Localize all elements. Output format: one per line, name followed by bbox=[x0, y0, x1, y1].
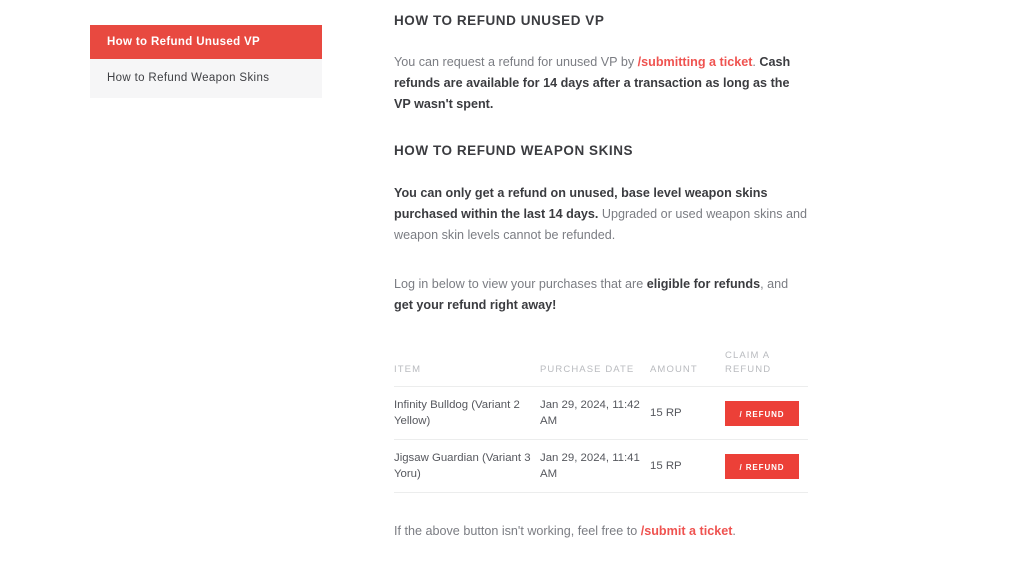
footer-note-prefix: If the above button isn't working, feel … bbox=[394, 524, 641, 539]
paragraph-refund-weapon-skins: You can only get a refund on unused, bas… bbox=[394, 183, 808, 246]
sidebar-item-how-to-refund-unused-vp[interactable]: How to Refund Unused VP bbox=[90, 25, 322, 59]
purchases-table-head: ITEM PURCHASE DATE AMOUNT CLAIM A REFUND bbox=[394, 349, 808, 388]
table-row: Jigsaw Guardian (Variant 3 Yoru) Jan 29,… bbox=[394, 439, 808, 494]
cell-amount: 15 RP bbox=[650, 386, 725, 441]
sidebar-item-how-to-refund-weapon-skins[interactable]: How to Refund Weapon Skins bbox=[90, 59, 322, 98]
purchases-table: ITEM PURCHASE DATE AMOUNT CLAIM A REFUND… bbox=[394, 349, 808, 494]
login-text-bold-refund-now: get your refund right away! bbox=[394, 298, 557, 313]
submitting-a-ticket-link[interactable]: /submitting a ticket bbox=[638, 55, 753, 69]
paragraph-fallback-ticket: If the above button isn't working, feel … bbox=[394, 521, 808, 542]
login-text-bold-eligible: eligible for refunds bbox=[646, 277, 761, 292]
column-header-claim-a-refund: CLAIM A REFUND bbox=[725, 349, 808, 388]
section-heading-refund-unused-vp: HOW TO REFUND UNUSED VP bbox=[394, 13, 605, 28]
cell-amount: 15 RP bbox=[650, 439, 725, 494]
submit-a-ticket-link[interactable]: /submit a ticket bbox=[641, 524, 733, 538]
table-row: Infinity Bulldog (Variant 2 Yellow) Jan … bbox=[394, 386, 808, 441]
column-header-item: ITEM bbox=[394, 349, 540, 388]
login-text-prefix: Log in below to view your purchases that… bbox=[394, 277, 647, 292]
paragraph-login-prompt: Log in below to view your purchases that… bbox=[394, 274, 808, 316]
purchases-table-body: Infinity Bulldog (Variant 2 Yellow) Jan … bbox=[394, 386, 808, 494]
article-content: HOW TO REFUND UNUSED VP You can request … bbox=[394, 12, 808, 576]
login-text-middle: , and bbox=[760, 277, 789, 292]
sidebar-item-label: How to Refund Weapon Skins bbox=[107, 72, 270, 84]
purchases-table-wrapper: ITEM PURCHASE DATE AMOUNT CLAIM A REFUND… bbox=[394, 349, 808, 494]
table-header-row: ITEM PURCHASE DATE AMOUNT CLAIM A REFUND bbox=[394, 349, 808, 388]
paragraph-text-prefix: You can request a refund for unused VP b… bbox=[394, 54, 638, 69]
cell-purchase-date: Jan 29, 2024, 11:42 AM bbox=[540, 386, 650, 441]
cell-purchase-date: Jan 29, 2024, 11:41 AM bbox=[540, 439, 650, 494]
cell-item-name: Infinity Bulldog (Variant 2 Yellow) bbox=[394, 386, 540, 441]
footer-note-suffix: . bbox=[732, 524, 736, 539]
refund-button[interactable]: / REFUND bbox=[725, 453, 799, 479]
cell-item-name: Jigsaw Guardian (Variant 3 Yoru) bbox=[394, 439, 540, 494]
article-sidebar-nav: How to Refund Unused VP How to Refund We… bbox=[90, 25, 322, 98]
paragraph-refund-unused-vp: You can request a refund for unused VP b… bbox=[394, 52, 808, 115]
column-header-amount: AMOUNT bbox=[650, 349, 725, 388]
section-heading-refund-weapon-skins: HOW TO REFUND WEAPON SKINS bbox=[394, 142, 634, 158]
refund-button[interactable]: / REFUND bbox=[725, 400, 799, 426]
article-page: How to Refund Unused VP How to Refund We… bbox=[0, 0, 1024, 576]
column-header-purchase-date: PURCHASE DATE bbox=[540, 349, 650, 388]
cell-claim-refund: / REFUND bbox=[725, 439, 808, 494]
cell-claim-refund: / REFUND bbox=[725, 386, 808, 441]
sidebar-item-label: How to Refund Unused VP bbox=[107, 36, 261, 48]
